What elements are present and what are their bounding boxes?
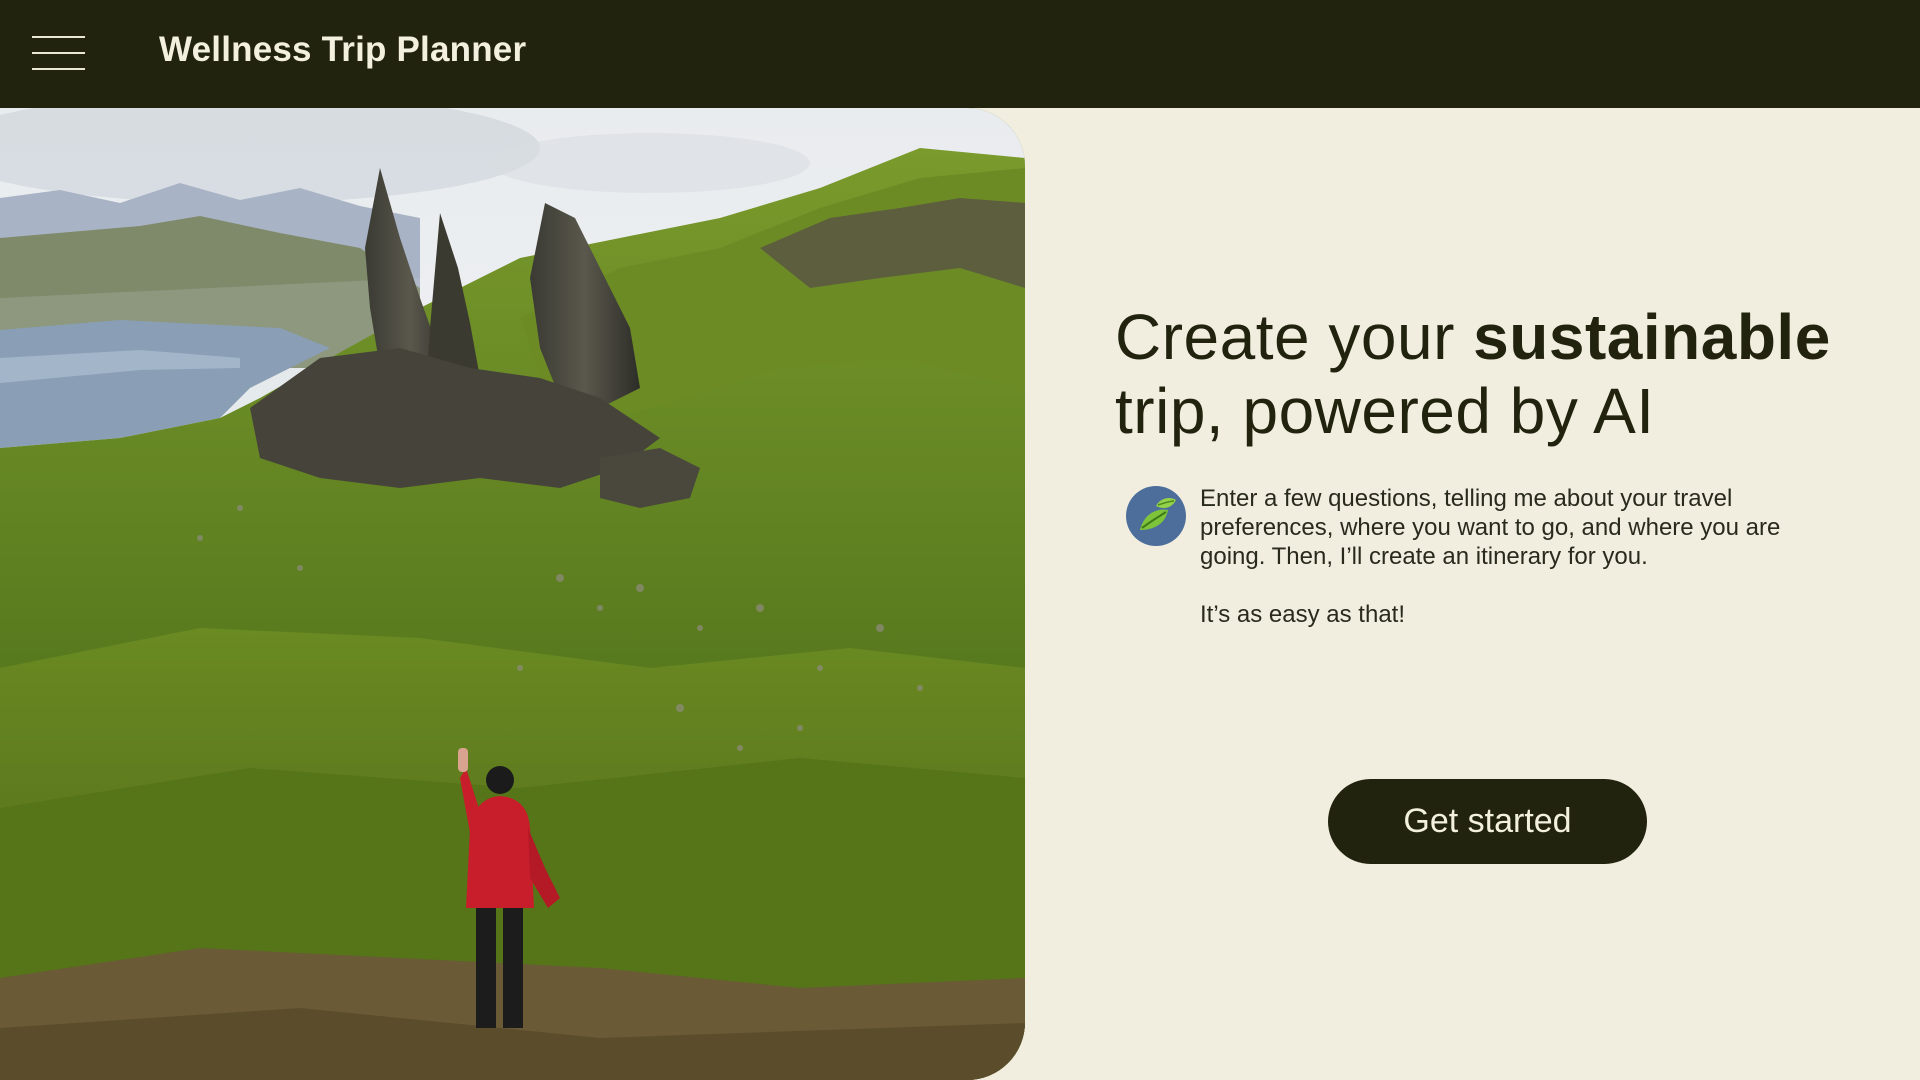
- headline-part-1: Create your: [1115, 301, 1474, 373]
- intro-text: Enter a few questions, telling me about …: [1200, 485, 1781, 570]
- headline-part-2: trip, powered by AI: [1115, 375, 1655, 447]
- hero-image: [0, 108, 1025, 1080]
- page-headline: Create your sustainable trip, powered by…: [1115, 300, 1855, 448]
- get-started-button[interactable]: Get started: [1328, 779, 1647, 864]
- hamburger-menu-icon[interactable]: [32, 36, 85, 70]
- assistant-message: Enter a few questions, telling me about …: [1115, 484, 1855, 629]
- app-title: Wellness Trip Planner: [159, 30, 527, 69]
- top-bar: Wellness Trip Planner: [0, 0, 1920, 108]
- intro-section: Create your sustainable trip, powered by…: [1115, 300, 1855, 629]
- tagline-text: It’s as easy as that!: [1200, 601, 1405, 628]
- leaf-icon: [1140, 498, 1176, 530]
- assistant-avatar: [1126, 486, 1186, 546]
- headline-bold: sustainable: [1473, 301, 1831, 373]
- assistant-message-text: Enter a few questions, telling me about …: [1200, 484, 1800, 629]
- mountain-landscape-image: [0, 108, 1025, 1080]
